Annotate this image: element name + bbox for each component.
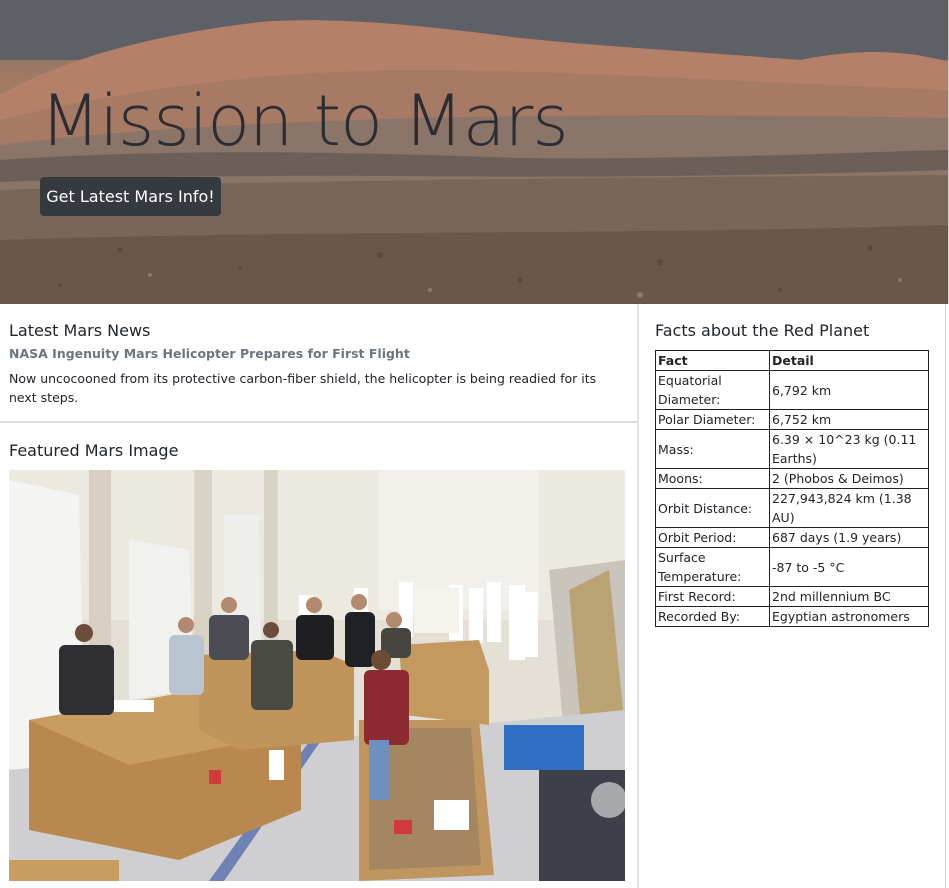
fact-value: 6.39 × 10^23 kg (0.11 Earths) [769,429,929,469]
page-edge [945,304,946,888]
fact-label: First Record: [655,586,770,607]
fact-label: Equatorial Diameter: [655,370,770,410]
fact-value: 2 (Phobos & Deimos) [769,468,929,489]
featured-mars-image [9,470,625,881]
fact-label: Polar Diameter: [655,409,770,430]
get-latest-info-button[interactable]: Get Latest Mars Info! [40,177,221,216]
page-title: Mission to Mars [40,80,569,162]
column-header-fact: Fact [655,350,770,371]
table-row: Orbit Distance: 227,943,824 km (1.38 AU) [655,488,929,528]
fact-label: Recorded By: [655,606,770,627]
fact-value: 6,792 km [769,370,929,410]
featured-image-heading: Featured Mars Image [9,441,179,460]
table-row: Recorded By: Egyptian astronomers [655,606,929,627]
column-header-detail: Detail [769,350,929,371]
table-row: Equatorial Diameter: 6,792 km [655,370,929,410]
fact-label: Surface Temperature: [655,547,770,587]
fact-value: 2nd millennium BC [769,586,929,607]
fact-label: Orbit Period: [655,527,770,548]
hero-banner: Mission to Mars Get Latest Mars Info! [0,0,949,304]
news-section: Latest Mars News NASA Ingenuity Mars Hel… [0,304,638,423]
table-row: Orbit Period: 687 days (1.9 years) [655,527,929,548]
mars-facts-table: Fact Detail Equatorial Diameter: 6,792 k… [655,350,929,627]
fact-label: Moons: [655,468,770,489]
fact-label: Mass: [655,429,770,469]
news-heading: Latest Mars News [9,321,151,340]
left-column: Latest Mars News NASA Ingenuity Mars Hel… [0,304,638,888]
fact-value: 227,943,824 km (1.38 AU) [769,488,929,528]
table-row: Surface Temperature: -87 to -5 °C [655,547,929,587]
table-row: First Record: 2nd millennium BC [655,586,929,607]
news-title: NASA Ingenuity Mars Helicopter Prepares … [9,346,410,361]
column-divider [637,304,639,888]
fact-value: -87 to -5 °C [769,547,929,587]
table-row: Mass: 6.39 × 10^23 kg (0.11 Earths) [655,429,929,469]
news-paragraph: Now uncocooned from its protective carbo… [9,371,597,405]
table-header-row: Fact Detail [655,350,929,371]
facts-heading: Facts about the Red Planet [655,321,870,340]
fact-value: 687 days (1.9 years) [769,527,929,548]
fact-label: Orbit Distance: [655,488,770,528]
fact-value: 6,752 km [769,409,929,430]
table-row: Moons: 2 (Phobos & Deimos) [655,468,929,489]
table-row: Polar Diameter: 6,752 km [655,409,929,430]
fact-value: Egyptian astronomers [769,606,929,627]
